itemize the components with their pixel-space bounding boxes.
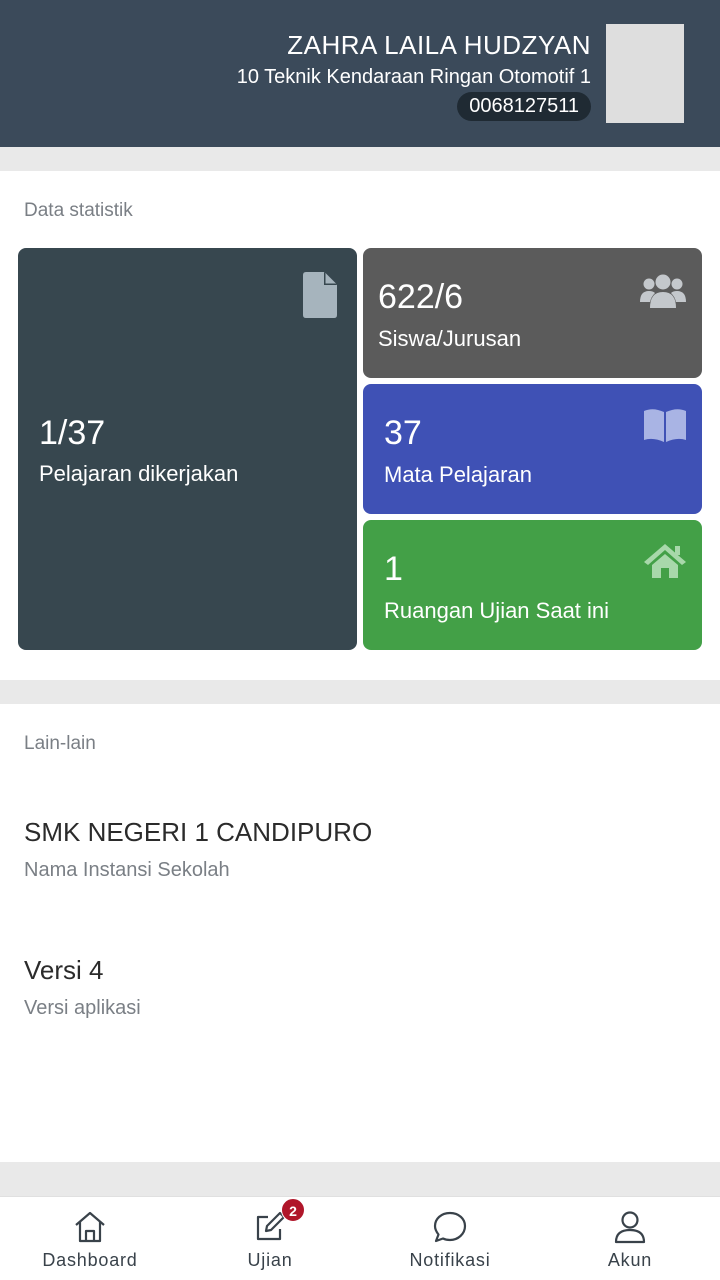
lessons-done-card[interactable]: 1/37 Pelajaran dikerjakan [18,248,357,650]
student-id-badge: 0068127511 [457,92,591,121]
book-icon [644,408,686,447]
app-version-caption: Versi aplikasi [24,997,141,1019]
student-name: ZAHRA LAILA HUDZYAN [287,30,591,60]
profile-header: ZAHRA LAILA HUDZYAN 10 Teknik Kendaraan … [0,0,720,147]
nav-account[interactable]: Akun [540,1197,720,1280]
nav-exam-label: Ujian [247,1250,293,1270]
app-version: Versi 4 [24,955,104,985]
school-name-caption: Nama Instansi Sekolah [24,859,230,881]
exam-rooms-caption: Ruangan Ujian Saat ini [384,598,610,623]
school-name: SMK NEGERI 1 CANDIPURO [24,817,373,847]
lessons-done-value: 1/37 [39,414,106,452]
file-icon [303,272,337,323]
nav-dashboard-label: Dashboard [42,1250,138,1270]
subjects-caption: Mata Pelajaran [384,462,532,487]
user-icon [612,1209,648,1245]
statistics-section-label: Data statistik [24,200,133,221]
students-majors-caption: Siswa/Jurusan [378,326,522,351]
bottom-navigation: Dashboard 2 Ujian Notifikasi Akun [0,1196,720,1280]
nav-notifications-label: Notifikasi [409,1250,491,1270]
home-icon [644,544,686,583]
other-section-label: Lain-lain [24,733,96,754]
nav-dashboard[interactable]: Dashboard [0,1197,180,1280]
students-majors-value: 622/6 [378,278,464,316]
home-outline-icon [72,1209,108,1245]
nav-notifications[interactable]: Notifikasi [360,1197,540,1280]
exam-rooms-value: 1 [384,550,403,588]
exam-count-badge: 2 [281,1198,305,1222]
exam-rooms-card[interactable]: 1 Ruangan Ujian Saat ini [363,520,702,650]
subjects-value: 37 [384,414,422,452]
profile-photo[interactable] [606,24,684,123]
nav-account-label: Akun [607,1250,653,1270]
users-icon [640,272,686,313]
statistics-panel: Data statistik 1/37 Pelajaran dikerjakan… [0,171,720,680]
subjects-card[interactable]: 37 Mata Pelajaran [363,384,702,514]
lessons-done-caption: Pelajaran dikerjakan [39,461,239,486]
nav-exam[interactable]: 2 Ujian [180,1197,360,1280]
student-class: 10 Teknik Kendaraan Ringan Otomotif 1 [236,66,591,88]
chat-bubble-icon [432,1209,468,1245]
students-majors-card[interactable]: 622/6 Siswa/Jurusan [363,248,702,378]
other-info-panel: Lain-lain SMK NEGERI 1 CANDIPURO Nama In… [0,704,720,1162]
